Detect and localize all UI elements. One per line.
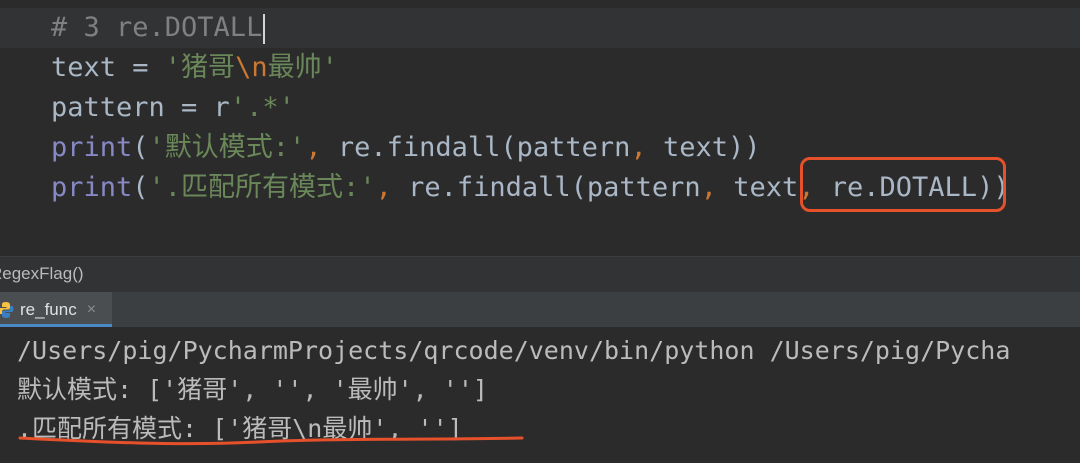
console-line-command: /Users/pig/PycharmProjects/qrcode/venv/b… [17, 331, 1010, 370]
comma-token: , [701, 172, 734, 203]
run-tool-window-header: re_func × [0, 292, 1080, 328]
string-token: '猪哥 [165, 52, 235, 83]
code-token: text)) [663, 132, 761, 163]
code-line-1[interactable]: # 3 re.DOTALL [51, 8, 1010, 48]
code-token: re.findall(pattern [338, 132, 631, 163]
code-token: ( [132, 132, 148, 163]
builtin-token: print [51, 172, 132, 203]
comma-token: , [376, 172, 409, 203]
comma-token: , [305, 132, 338, 163]
active-tab-indicator [0, 324, 112, 327]
breadcrumb-label: RegexFlag() [0, 264, 84, 283]
string-token: '默认模式:' [149, 132, 306, 163]
annotation-underline [18, 429, 524, 447]
code-token: text [733, 172, 798, 203]
run-tab-label: re_func [20, 300, 77, 320]
console-line-default-mode: 默认模式: ['猪哥', '', '最帅', ''] [17, 370, 1010, 409]
code-line-2[interactable]: text = '猪哥\n最帅' [51, 48, 1010, 88]
pycharm-window: # 3 re.DOTALL text = '猪哥\n最帅' pattern = … [0, 0, 1080, 463]
string-token: '.*' [230, 92, 295, 123]
code-line-3[interactable]: pattern = r'.*' [51, 88, 1010, 128]
code-token: text = [51, 52, 165, 83]
string-token: '.匹配所有模式:' [149, 172, 376, 203]
code-token: pattern = r [51, 92, 230, 123]
string-token: 最帅' [268, 52, 338, 83]
comment-token: # 3 re.DOTALL [51, 12, 262, 43]
code-editor[interactable]: # 3 re.DOTALL text = '猪哥\n最帅' pattern = … [0, 0, 1080, 256]
text-caret [263, 14, 265, 44]
comma-token: , [630, 132, 663, 163]
builtin-token: print [51, 132, 132, 163]
run-tab-re-func[interactable]: re_func × [0, 292, 112, 327]
annotation-highlight-box [800, 157, 1006, 212]
code-token: re.findall(pattern [408, 172, 701, 203]
python-file-icon [0, 301, 14, 319]
escape-token: \n [235, 52, 268, 83]
code-token: ( [132, 172, 148, 203]
close-tab-icon[interactable]: × [87, 301, 96, 319]
breadcrumb[interactable]: RegexFlag() [0, 256, 1080, 292]
